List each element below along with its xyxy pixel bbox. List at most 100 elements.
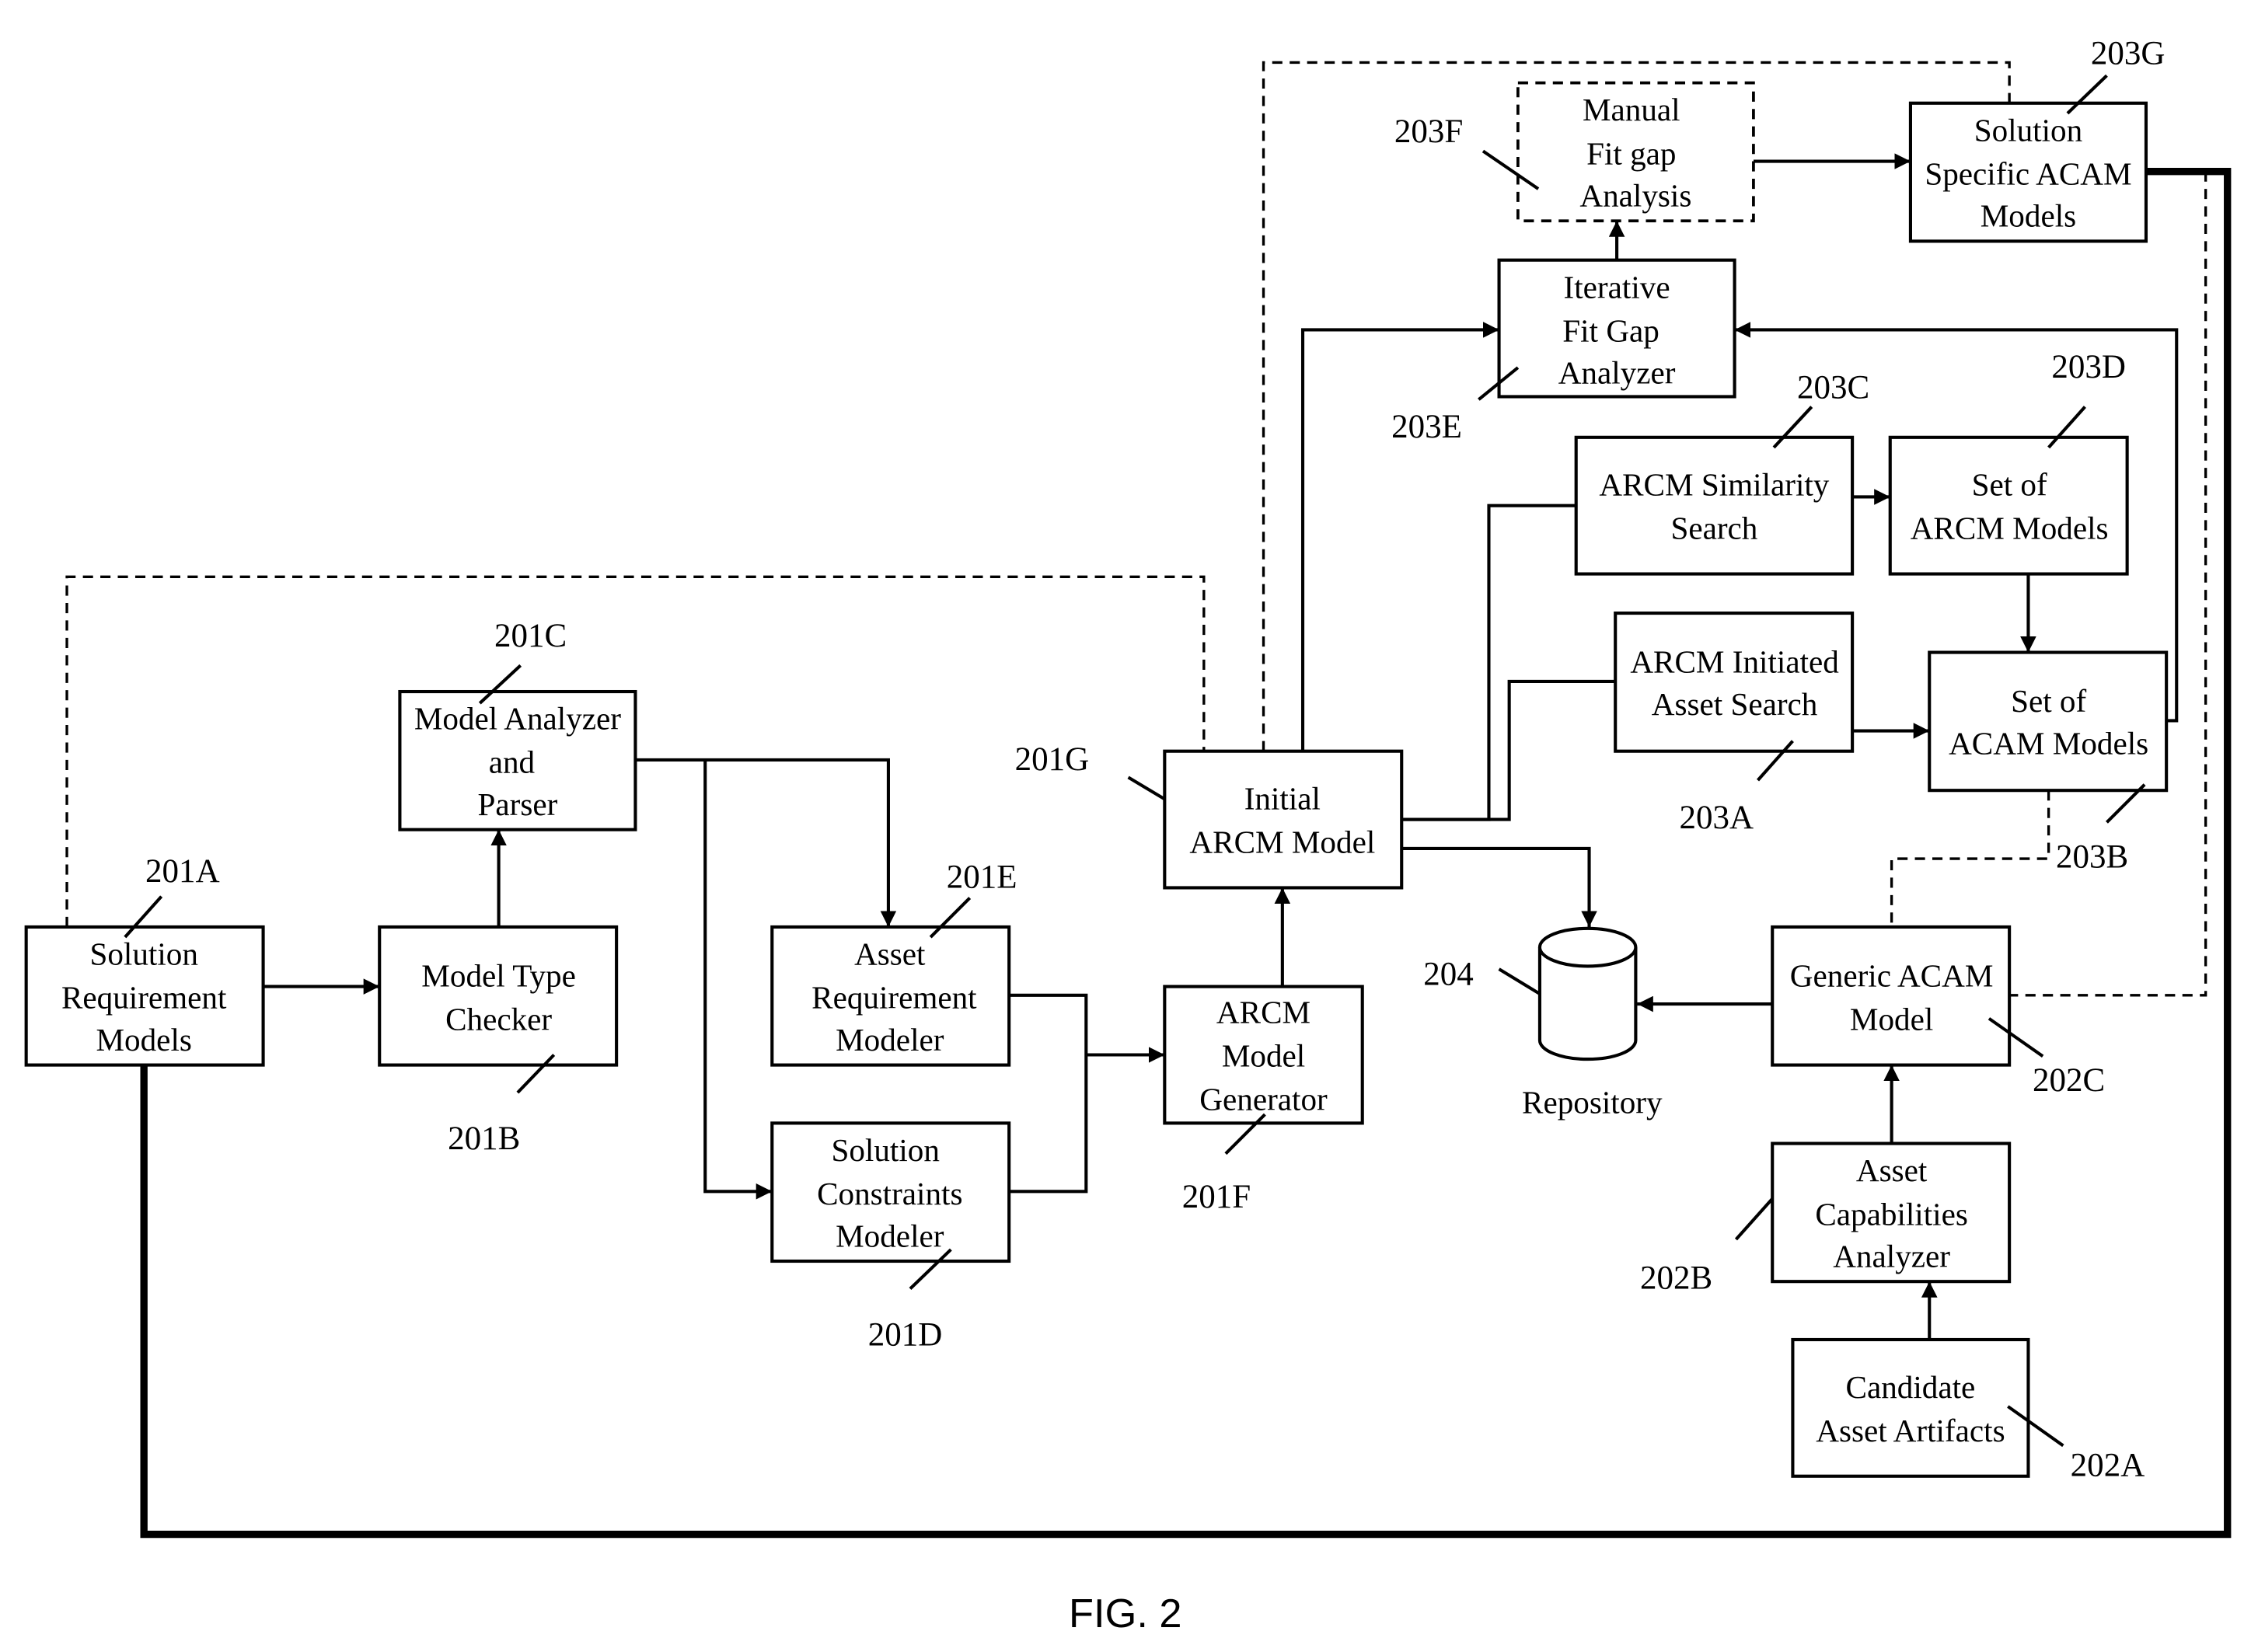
node-label-line: Search xyxy=(1670,511,1757,546)
node-202B-asset-capabilities-analyzer[interactable]: Asset Capabilities Analyzer xyxy=(1771,1141,2012,1284)
node-label-line: Analyzer xyxy=(1833,1239,1950,1274)
ref-202B: 202B xyxy=(1640,1197,1774,1297)
node-201G-initial-arcm-model[interactable]: Initial ARCM Model xyxy=(1163,749,1404,890)
ref-203B: 203B xyxy=(2056,783,2146,875)
ref-203A: 203A xyxy=(1680,740,1794,836)
node-label-line: ARCM Model xyxy=(1189,824,1375,860)
node-203B-set-of-acam-models[interactable]: Set of ACAM Models xyxy=(1928,650,2169,793)
node-label-line: Parser xyxy=(478,786,558,822)
ref-numeral: 202A xyxy=(2071,1448,2145,1484)
edge-201E-to-bus xyxy=(1009,993,1088,1194)
node-label-line: Requirement xyxy=(61,980,227,1016)
edge-201C-to-201E xyxy=(635,758,897,927)
node-label-line: Capabilities xyxy=(1815,1196,1967,1232)
node-label-line: ARCM xyxy=(1216,994,1310,1030)
ref-numeral: 203B xyxy=(2056,838,2128,875)
node-204-repository[interactable]: Repository xyxy=(1522,926,1663,1120)
node-label-line: Solution xyxy=(89,936,197,972)
edge-201G-to-203C xyxy=(1401,504,1576,821)
node-label-line: Generic ACAM xyxy=(1790,958,1994,994)
node-label-line: Requirement xyxy=(811,980,977,1016)
ref-numeral: 203F xyxy=(1394,113,1463,150)
ref-201F: 201F xyxy=(1182,1113,1266,1215)
node-201B-model-type-checker[interactable]: Model Type Checker xyxy=(378,925,619,1067)
ref-numeral: 203C xyxy=(1797,369,1869,406)
ref-numeral: 203G xyxy=(2091,35,2166,71)
ref-numeral: 203E xyxy=(1391,409,1462,445)
ref-201A: 201A xyxy=(124,853,220,939)
ref-numeral: 201C xyxy=(494,618,567,654)
node-label-line: ARCM Similarity xyxy=(1599,467,1829,503)
node-label-line: Modeler xyxy=(836,1022,944,1058)
ref-numeral: 203A xyxy=(1680,800,1754,836)
ref-numeral: 201B xyxy=(448,1121,520,1157)
node-label-line: Checker xyxy=(445,1002,552,1037)
node-label-line: ARCM Models xyxy=(1911,511,2109,546)
ref-numeral: 201G xyxy=(1015,741,1090,778)
edge-201G-to-203A xyxy=(1401,679,1616,821)
ref-204: 204 xyxy=(1423,957,1541,995)
node-label-line: Fit gap xyxy=(1586,135,1676,171)
edge-201G-to-repository xyxy=(1401,846,1597,927)
node-203C-arcm-similarity-search[interactable]: ARCM Similarity Search xyxy=(1574,435,1855,576)
node-203D-set-of-arcm-models[interactable]: Set of ARCM Models xyxy=(1888,435,2129,576)
node-label-line: Fit Gap xyxy=(1562,312,1659,348)
ref-201B: 201B xyxy=(448,1054,556,1157)
node-label-line: Candidate xyxy=(1846,1369,1976,1405)
node-label-line: Analysis xyxy=(1579,178,1691,214)
ref-201G: 201G xyxy=(1015,741,1166,801)
node-label-line: Analyzer xyxy=(1558,355,1676,391)
figure-caption: FIG. 2 xyxy=(1069,1591,1182,1636)
leader-line xyxy=(1498,967,1541,995)
node-label-line: Asset xyxy=(1856,1152,1928,1188)
edge-201C-to-201D xyxy=(703,759,773,1200)
node-label-line: Modeler xyxy=(836,1218,944,1253)
node-label-line: ARCM Initiated xyxy=(1630,644,1839,680)
node-label-line: Constraints xyxy=(817,1176,962,1211)
node-label-line: Model xyxy=(1222,1037,1305,1073)
ref-numeral: 202C xyxy=(2033,1062,2105,1099)
edge-201G-to-203E xyxy=(1300,322,1499,751)
node-label-line: Repository xyxy=(1522,1084,1663,1120)
ref-numeral: 203D xyxy=(2051,349,2126,385)
fig2-diagram: Solution Requirement Models Model Type C… xyxy=(24,35,2232,1636)
node-label-line: Solution xyxy=(831,1132,939,1168)
node-label-line: Models xyxy=(1981,198,2076,234)
leader-line xyxy=(1734,1197,1774,1241)
node-label-line: Iterative xyxy=(1564,269,1670,305)
node-label-line: Asset Artifacts xyxy=(1816,1413,2005,1448)
node-201F-arcm-model-generator[interactable]: ARCM Model Generator xyxy=(1163,985,1364,1125)
node-label-line: Specific ACAM xyxy=(1925,155,2131,191)
node-201D-solution-constraints-modeler[interactable]: Solution Constraints Modeler xyxy=(770,1121,1011,1263)
node-label-line: Set of xyxy=(2011,683,2086,719)
node-201E-asset-requirement-modeler[interactable]: Asset Requirement Modeler xyxy=(770,925,1011,1067)
edge-203B-to-202C-dashed xyxy=(1890,790,2050,927)
node-label-line: Manual xyxy=(1583,92,1680,127)
ref-numeral: 204 xyxy=(1423,957,1474,993)
node-label-line: and xyxy=(489,744,536,780)
node-201C-model-analyzer-parser[interactable]: Model Analyzer and Parser xyxy=(398,689,637,831)
ref-numeral: 201A xyxy=(145,853,220,890)
node-203E-iterative-fit-gap-analyzer[interactable]: Iterative Fit Gap Analyzer xyxy=(1497,258,1736,399)
node-202A-candidate-asset-artifacts[interactable]: Candidate Asset Artifacts xyxy=(1791,1337,2030,1478)
node-label-line: Models xyxy=(96,1022,191,1058)
node-label-line: Asset xyxy=(854,936,926,972)
ref-numeral: 202B xyxy=(1640,1260,1712,1297)
leader-line xyxy=(1127,775,1166,801)
node-203F-manual-fit-gap-analysis[interactable]: Manual Fit gap Analysis xyxy=(1516,81,1755,223)
node-203A-arcm-initiated-asset-search[interactable]: ARCM Initiated Asset Search xyxy=(1614,612,1855,753)
node-label-line: ACAM Models xyxy=(1949,725,2148,761)
node-201A-solution-requirement-models[interactable]: Solution Requirement Models xyxy=(24,925,265,1067)
ref-201D: 201D xyxy=(868,1248,952,1353)
node-202C-generic-acam-model[interactable]: Generic ACAM Model xyxy=(1771,925,2012,1067)
ref-numeral: 201F xyxy=(1182,1179,1251,1215)
node-label-line: Model Analyzer xyxy=(414,701,621,737)
ref-numeral: 201E xyxy=(947,859,1017,895)
node-label-line: Solution xyxy=(1974,112,2082,148)
node-label-line: Model Type xyxy=(421,958,576,994)
node-label-line: Initial xyxy=(1244,781,1321,817)
node-label-line: Model xyxy=(1850,1002,1933,1037)
node-label-line: Generator xyxy=(1199,1082,1328,1117)
ref-203D: 203D xyxy=(2047,349,2126,449)
node-203G-solution-specific-acam-models[interactable]: Solution Specific ACAM Models xyxy=(1908,101,2148,243)
